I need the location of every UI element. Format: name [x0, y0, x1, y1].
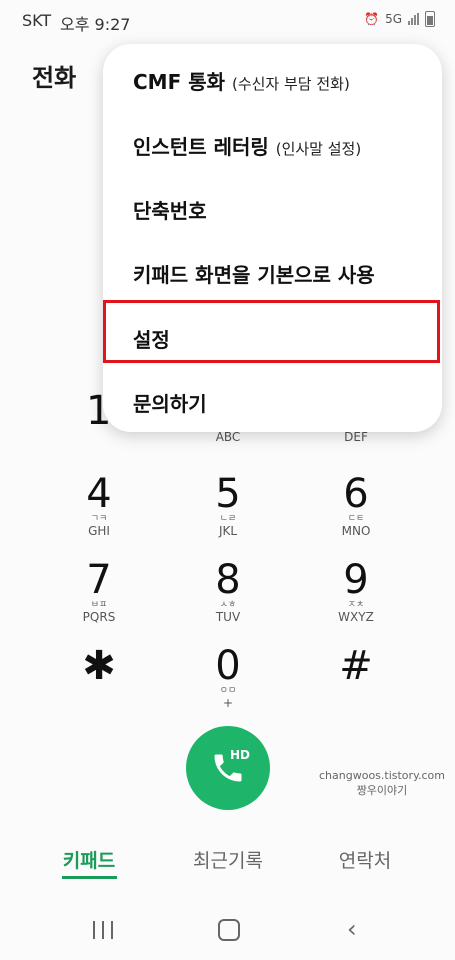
- key-letters: JKL: [218, 524, 238, 538]
- menu-item-cmf-call[interactable]: CMF 통화 (수신자 부담 전화): [133, 66, 350, 95]
- watermark-name: 짱우이야기: [356, 784, 408, 797]
- key-digit: 5: [215, 471, 241, 517]
- key-digit: 6: [343, 471, 369, 517]
- battery-icon: [425, 11, 435, 27]
- menu-item-label: 인스턴트 레터링: [133, 135, 269, 159]
- key-letters: +: [222, 696, 234, 710]
- recent-apps-icon[interactable]: [93, 921, 113, 939]
- key-hash[interactable]: #: [301, 646, 411, 686]
- key-digit: 4: [86, 471, 112, 517]
- key-0[interactable]: 0 ㅇㅁ +: [173, 646, 283, 710]
- menu-item-label: 단축번호: [133, 199, 207, 223]
- alarm-icon: ⏰: [364, 12, 380, 26]
- carrier-label: SKT: [22, 11, 52, 30]
- key-korean: ㅇㅁ: [219, 686, 237, 696]
- menu-item-label: 문의하기: [133, 392, 207, 416]
- key-8[interactable]: 8 ㅅㅎ TUV: [173, 560, 283, 624]
- key-korean: ㄷㅌ: [347, 514, 365, 524]
- status-icons: ⏰ 5G: [364, 11, 435, 27]
- menu-item-sub: (인사말 설정): [275, 140, 362, 158]
- key-6[interactable]: 6 ㄷㅌ MNO: [301, 474, 411, 538]
- key-2-letters: ABC: [215, 430, 241, 444]
- status-bar: SKT 오후 9:27 ⏰ 5G: [0, 0, 455, 42]
- overflow-menu: CMF 통화 (수신자 부담 전화) 인스턴트 레터링 (인사말 설정) 단축번…: [103, 44, 442, 432]
- tab-recent[interactable]: 최근기록: [193, 846, 263, 873]
- key-digit: 7: [86, 557, 112, 603]
- tab-contacts[interactable]: 연락처: [339, 846, 391, 873]
- menu-item-keypad-default[interactable]: 키패드 화면을 기본으로 사용: [133, 259, 375, 288]
- key-letters: GHI: [88, 524, 110, 538]
- tab-keypad[interactable]: 키패드: [63, 846, 115, 873]
- page-title: 전화: [32, 64, 77, 92]
- menu-item-instant-lettering[interactable]: 인스턴트 레터링 (인사말 설정): [133, 131, 361, 160]
- clock: 오후 9:27: [60, 15, 131, 34]
- active-tab-indicator: [62, 876, 117, 879]
- menu-item-inquiry[interactable]: 문의하기: [133, 388, 207, 417]
- key-korean: ㅈㅊ: [347, 600, 365, 610]
- key-9[interactable]: 9 ㅈㅊ WXYZ: [301, 560, 411, 624]
- key-letters: TUV: [215, 610, 241, 624]
- call-button[interactable]: HD: [186, 726, 270, 810]
- watermark: changwoos.tistory.com 짱우이야기: [319, 768, 445, 798]
- menu-item-label: 키패드 화면을 기본으로 사용: [133, 263, 375, 287]
- key-7[interactable]: 7 ㅂㅍ PQRS: [44, 560, 154, 624]
- key-letters: PQRS: [82, 610, 116, 624]
- key-letters: WXYZ: [338, 610, 374, 624]
- key-korean: ㄱㅋ: [90, 514, 108, 524]
- menu-item-label: CMF 통화: [133, 70, 226, 94]
- key-digit: ✱: [82, 643, 116, 689]
- watermark-url: changwoos.tistory.com: [319, 769, 445, 782]
- key-korean: ㅂㅍ: [90, 600, 108, 610]
- home-icon[interactable]: [218, 919, 240, 941]
- key-korean: ㅅㅎ: [219, 600, 237, 610]
- key-4[interactable]: 4 ㄱㅋ GHI: [44, 474, 154, 538]
- key-digit: 9: [343, 557, 369, 603]
- key-letters: MNO: [341, 524, 371, 538]
- system-nav-bar: ‹: [0, 900, 455, 960]
- signal-icon: [408, 13, 419, 25]
- menu-item-sub: (수신자 부담 전화): [231, 75, 350, 93]
- network-type: 5G: [385, 12, 402, 26]
- key-digit: #: [339, 643, 373, 689]
- key-3-letters: DEF: [344, 430, 368, 444]
- settings-highlight-box: [103, 300, 440, 363]
- menu-item-speed-dial[interactable]: 단축번호: [133, 195, 207, 224]
- key-5[interactable]: 5 ㄴㄹ JKL: [173, 474, 283, 538]
- key-korean: ㄴㄹ: [219, 514, 237, 524]
- key-digit: 8: [215, 557, 241, 603]
- back-icon[interactable]: ‹: [347, 915, 357, 943]
- key-star[interactable]: ✱: [44, 646, 154, 686]
- hd-badge: HD: [230, 748, 251, 762]
- key-digit: 0: [215, 643, 241, 689]
